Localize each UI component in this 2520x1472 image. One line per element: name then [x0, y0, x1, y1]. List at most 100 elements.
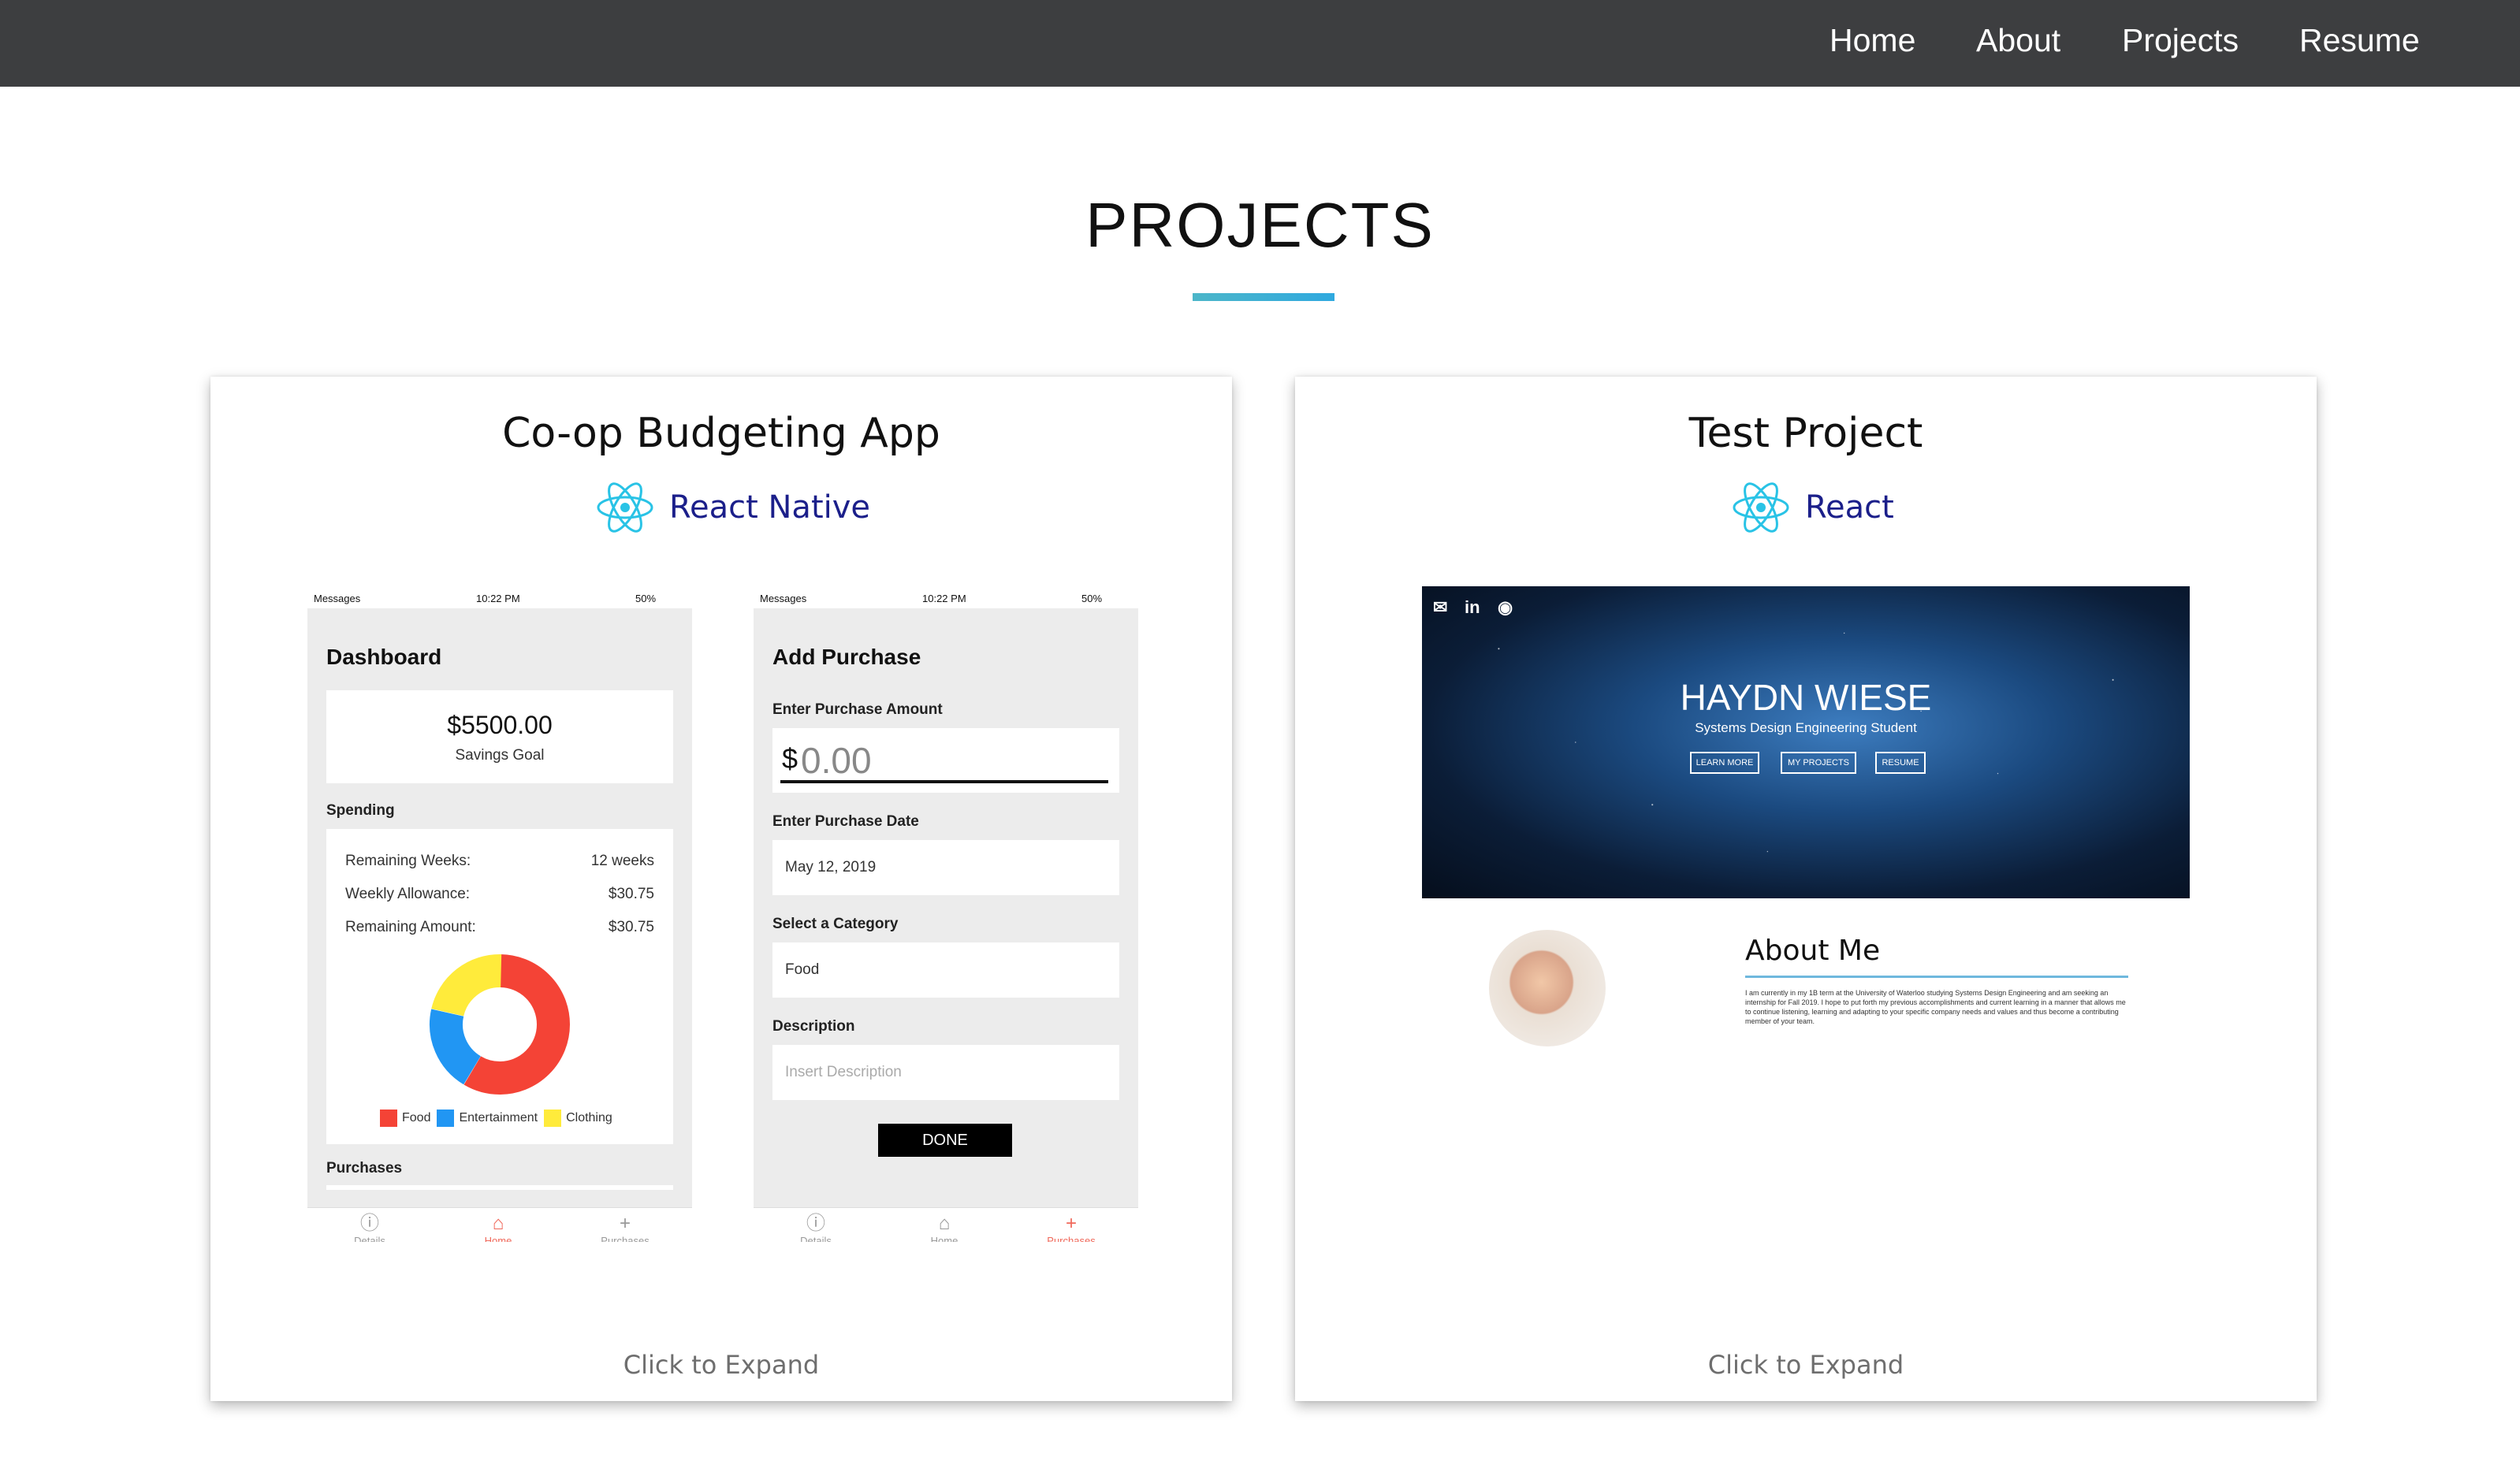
linkedin-icon: in	[1465, 597, 1480, 617]
stat-value: 12 weeks	[590, 853, 654, 869]
tab-label: Details	[354, 1235, 385, 1242]
stat-label: Weekly Allowance:	[345, 886, 471, 902]
status-time: 10:22 PM	[476, 593, 520, 604]
spending-panel: Remaining Weeks: 12 weeks Weekly Allowanc…	[326, 829, 673, 1144]
project-card-test[interactable]: Test Project React ✉ in ◉ HAYDN WIESE Sy…	[1295, 377, 2317, 1401]
status-left: Messages	[314, 593, 361, 604]
status-bar: Messages 10:22 PM 50%	[754, 588, 1138, 608]
category-label: Select a Category	[772, 916, 899, 932]
donut-chart	[430, 954, 570, 1095]
project-title: Co-op Budgeting App	[502, 410, 940, 457]
done-button[interactable]: DONE	[878, 1124, 1012, 1157]
add-purchase-heading: Add Purchase	[772, 645, 921, 669]
nav-home-link[interactable]: Home	[1830, 22, 1915, 59]
avatar	[1489, 930, 1606, 1046]
goal-label: Savings Goal	[455, 747, 545, 764]
tech-label: React Native	[669, 489, 871, 526]
date-field[interactable]: May 12, 2019	[772, 840, 1119, 895]
purchases-panel	[326, 1185, 673, 1190]
info-icon: ⓘ	[360, 1213, 379, 1234]
status-left: Messages	[760, 593, 807, 604]
project-title: Test Project	[1688, 410, 1923, 457]
plus-icon: +	[619, 1213, 631, 1234]
stat-value: $30.75	[608, 919, 654, 935]
stat-value: $30.75	[608, 886, 654, 902]
resume-button: RESUME	[1875, 752, 1926, 774]
tech-label: React	[1805, 489, 1894, 526]
amount-underline	[780, 780, 1108, 783]
project-card-budgeting[interactable]: Co-op Budgeting App React Native Message…	[210, 377, 1232, 1401]
tab-bar: ⓘ Details ⌂ Home + Purchases	[307, 1207, 692, 1242]
home-icon: ⌂	[938, 1213, 951, 1234]
tech-badge: React Native	[595, 476, 870, 539]
spending-label: Spending	[326, 802, 395, 819]
description-field[interactable]: Insert Description	[772, 1045, 1119, 1100]
category-select[interactable]: Food	[772, 942, 1119, 998]
tab-label: Purchases	[1047, 1235, 1096, 1242]
legend-swatch	[544, 1110, 562, 1127]
home-icon: ⌂	[492, 1213, 504, 1234]
stat-row: Remaining Weeks: 12 weeks	[345, 853, 654, 870]
amount-label: Enter Purchase Amount	[772, 701, 943, 718]
about-text: I am currently in my 1B term at the Univ…	[1745, 989, 2126, 1025]
stat-label: Remaining Amount:	[345, 919, 476, 935]
status-battery: 50%	[1081, 593, 1103, 604]
add-purchase-screenshot: Messages 10:22 PM 50% Add Purchase Enter…	[754, 588, 1138, 1242]
description-placeholder: Insert Description	[785, 1064, 902, 1080]
about-underline	[1745, 976, 2128, 978]
tab-purchases[interactable]: + Purchases	[578, 1213, 672, 1242]
page-title: PROJECTS	[1085, 190, 1435, 260]
legend-label: Entertainment	[459, 1111, 538, 1124]
legend-label: Clothing	[566, 1111, 612, 1124]
tab-purchases[interactable]: + Purchases	[1024, 1213, 1119, 1242]
click-to-expand[interactable]: Click to Expand	[210, 1350, 1232, 1380]
amount-value: 0.00	[801, 740, 872, 781]
purchases-label: Purchases	[326, 1160, 403, 1176]
info-icon: ⓘ	[806, 1213, 825, 1234]
tab-bar: ⓘ Details ⌂ Home + Purchases	[754, 1207, 1138, 1242]
hero-name: HAYDN WIESE	[1680, 677, 1932, 718]
website-hero-screenshot: ✉ in ◉ HAYDN WIESE Systems Design Engine…	[1422, 586, 2190, 898]
status-bar: Messages 10:22 PM 50%	[307, 588, 692, 608]
tab-label: Home	[484, 1235, 512, 1242]
chart-legend: Food Entertainment Clothing	[380, 1110, 612, 1127]
click-to-expand[interactable]: Click to Expand	[1295, 1350, 2317, 1380]
tab-details[interactable]: ⓘ Details	[322, 1213, 417, 1242]
react-logo-icon	[597, 482, 653, 533]
learn-more-button: LEARN MORE	[1690, 752, 1759, 774]
nav-resume-link[interactable]: Resume	[2299, 22, 2420, 59]
dashboard-heading: Dashboard	[326, 645, 442, 669]
legend-label: Food	[402, 1111, 431, 1124]
tech-badge: React	[1731, 476, 1894, 539]
tab-label: Purchases	[601, 1235, 650, 1242]
mail-icon: ✉	[1433, 597, 1448, 617]
category-value: Food	[785, 961, 820, 978]
legend-swatch	[380, 1110, 397, 1127]
about-title: About Me	[1745, 935, 1881, 967]
stat-label: Remaining Weeks:	[345, 853, 471, 869]
plus-icon: +	[1065, 1213, 1077, 1234]
date-value: May 12, 2019	[785, 859, 877, 875]
dashboard-screenshot: Messages 10:22 PM 50% Dashboard $5500.00…	[307, 588, 692, 1242]
react-logo-icon	[1733, 482, 1789, 533]
description-label: Description	[772, 1018, 855, 1035]
title-underline	[1193, 293, 1334, 301]
nav-projects-link[interactable]: Projects	[2122, 22, 2239, 59]
my-projects-button: MY PROJECTS	[1781, 752, 1856, 774]
tab-home[interactable]: ⌂ Home	[451, 1213, 545, 1242]
github-icon: ◉	[1498, 597, 1513, 617]
goal-amount: $5500.00	[447, 711, 553, 739]
starfield	[1422, 586, 2190, 898]
date-label: Enter Purchase Date	[772, 813, 919, 830]
tab-label: Home	[930, 1235, 958, 1242]
tab-label: Details	[800, 1235, 832, 1242]
hero-subtitle: Systems Design Engineering Student	[1695, 720, 1917, 735]
tab-home[interactable]: ⌂ Home	[897, 1213, 992, 1242]
status-time: 10:22 PM	[922, 593, 966, 604]
savings-goal-panel: $5500.00 Savings Goal	[326, 690, 673, 783]
amount-field[interactable]: $ 0.00	[772, 728, 1119, 793]
stat-row: Remaining Amount: $30.75	[345, 919, 654, 936]
legend-swatch	[437, 1110, 455, 1127]
tab-details[interactable]: ⓘ Details	[769, 1213, 863, 1242]
nav-about-link[interactable]: About	[1976, 22, 2060, 59]
